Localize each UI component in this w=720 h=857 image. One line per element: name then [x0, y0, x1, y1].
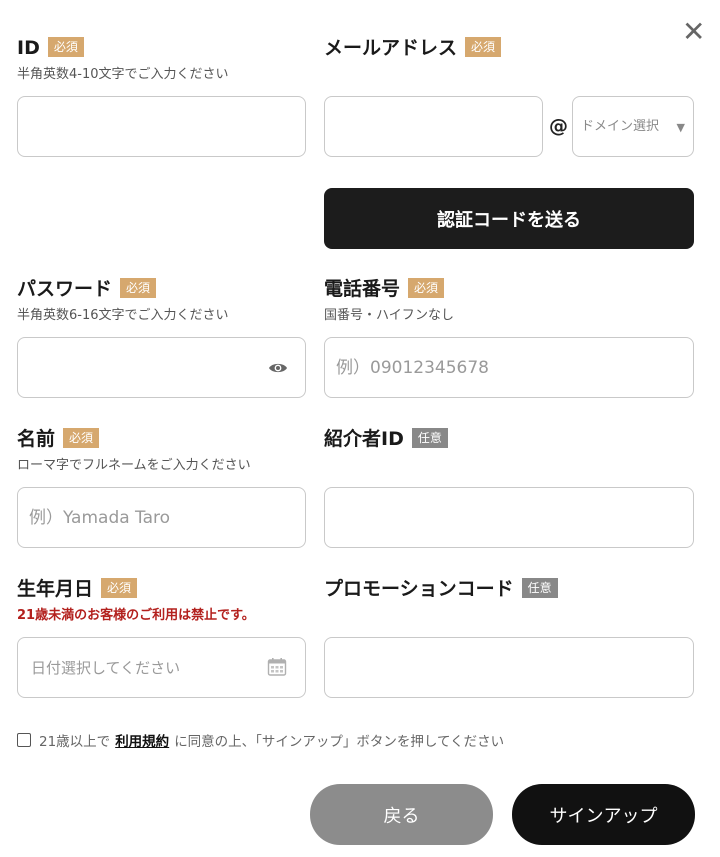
birthdate-input[interactable] [31, 658, 261, 677]
chevron-down-icon: ▼ [676, 121, 685, 134]
name-label-text: 名前 [17, 428, 56, 450]
id-input[interactable] [34, 116, 289, 137]
name-input[interactable] [29, 507, 289, 528]
birthdate-field[interactable] [17, 637, 306, 698]
password-label: パスワード 必須 [17, 277, 157, 301]
password-field[interactable] [17, 337, 306, 398]
id-label-text: ID [17, 37, 40, 59]
id-label: ID 必須 [17, 36, 84, 60]
promo-input[interactable] [341, 657, 677, 678]
phone-label-text: 電話番号 [324, 278, 401, 300]
domain-select-text: ドメイン選択 [581, 119, 660, 134]
name-field[interactable] [17, 487, 306, 548]
name-label: 名前 必須 [17, 427, 100, 451]
required-badge: 必須 [63, 428, 100, 448]
birthdate-label-text: 生年月日 [17, 578, 94, 600]
password-input[interactable] [34, 357, 254, 378]
password-hint: 半角英数6-16文字でご入力ください [17, 308, 229, 323]
referrer-label: 紹介者ID 任意 [324, 427, 448, 451]
required-badge: 必須 [101, 578, 138, 598]
optional-badge: 任意 [521, 578, 558, 598]
referrer-label-text: 紹介者ID [324, 428, 404, 450]
referrer-field[interactable] [324, 487, 694, 548]
required-badge: 必須 [47, 37, 84, 57]
back-button[interactable]: 戻る [310, 784, 493, 845]
agreement-prefix: 21歳以上で [39, 734, 111, 750]
password-label-text: パスワード [17, 278, 113, 300]
domain-select[interactable]: ドメイン選択 ▼ [572, 96, 694, 157]
required-badge: 必須 [465, 37, 502, 57]
send-code-button[interactable]: 認証コードを送る [324, 188, 694, 249]
at-sign: @ [549, 115, 568, 137]
signup-button[interactable]: サインアップ [512, 784, 695, 845]
id-field[interactable] [17, 96, 306, 157]
agreement-checkbox[interactable] [17, 733, 31, 747]
required-badge: 必須 [120, 278, 157, 298]
promo-label: プロモーションコード 任意 [324, 577, 558, 601]
birthdate-warning: 21歳未満のお客様のご利用は禁止です。 [17, 608, 255, 623]
terms-link[interactable]: 利用規約 [115, 730, 169, 750]
phone-field[interactable] [324, 337, 694, 398]
promo-label-text: プロモーションコード [324, 578, 514, 600]
birthdate-label: 生年月日 必須 [17, 577, 138, 601]
email-label-text: メールアドレス [324, 37, 458, 59]
id-hint: 半角英数4-10文字でご入力ください [17, 67, 229, 82]
eye-icon[interactable] [267, 357, 289, 379]
email-label: メールアドレス 必須 [324, 36, 502, 60]
phone-hint: 国番号・ハイフンなし [324, 308, 455, 323]
agreement-suffix: に同意の上、「サインアップ」ボタンを押してください [174, 734, 505, 750]
phone-label: 電話番号 必須 [324, 277, 445, 301]
required-badge: 必須 [408, 278, 445, 298]
promo-field[interactable] [324, 637, 694, 698]
calendar-icon[interactable] [267, 657, 289, 679]
close-icon[interactable]: ✕ [682, 18, 705, 46]
referrer-input[interactable] [341, 507, 677, 528]
email-local-field[interactable] [324, 96, 543, 157]
agreement-row: 21歳以上で 利用規約 に同意の上、「サインアップ」ボタンを押してください [17, 730, 504, 750]
optional-badge: 任意 [411, 428, 448, 448]
name-hint: ローマ字でフルネームをご入力ください [17, 458, 251, 473]
phone-input[interactable] [336, 357, 677, 378]
email-local-input[interactable] [341, 116, 526, 137]
